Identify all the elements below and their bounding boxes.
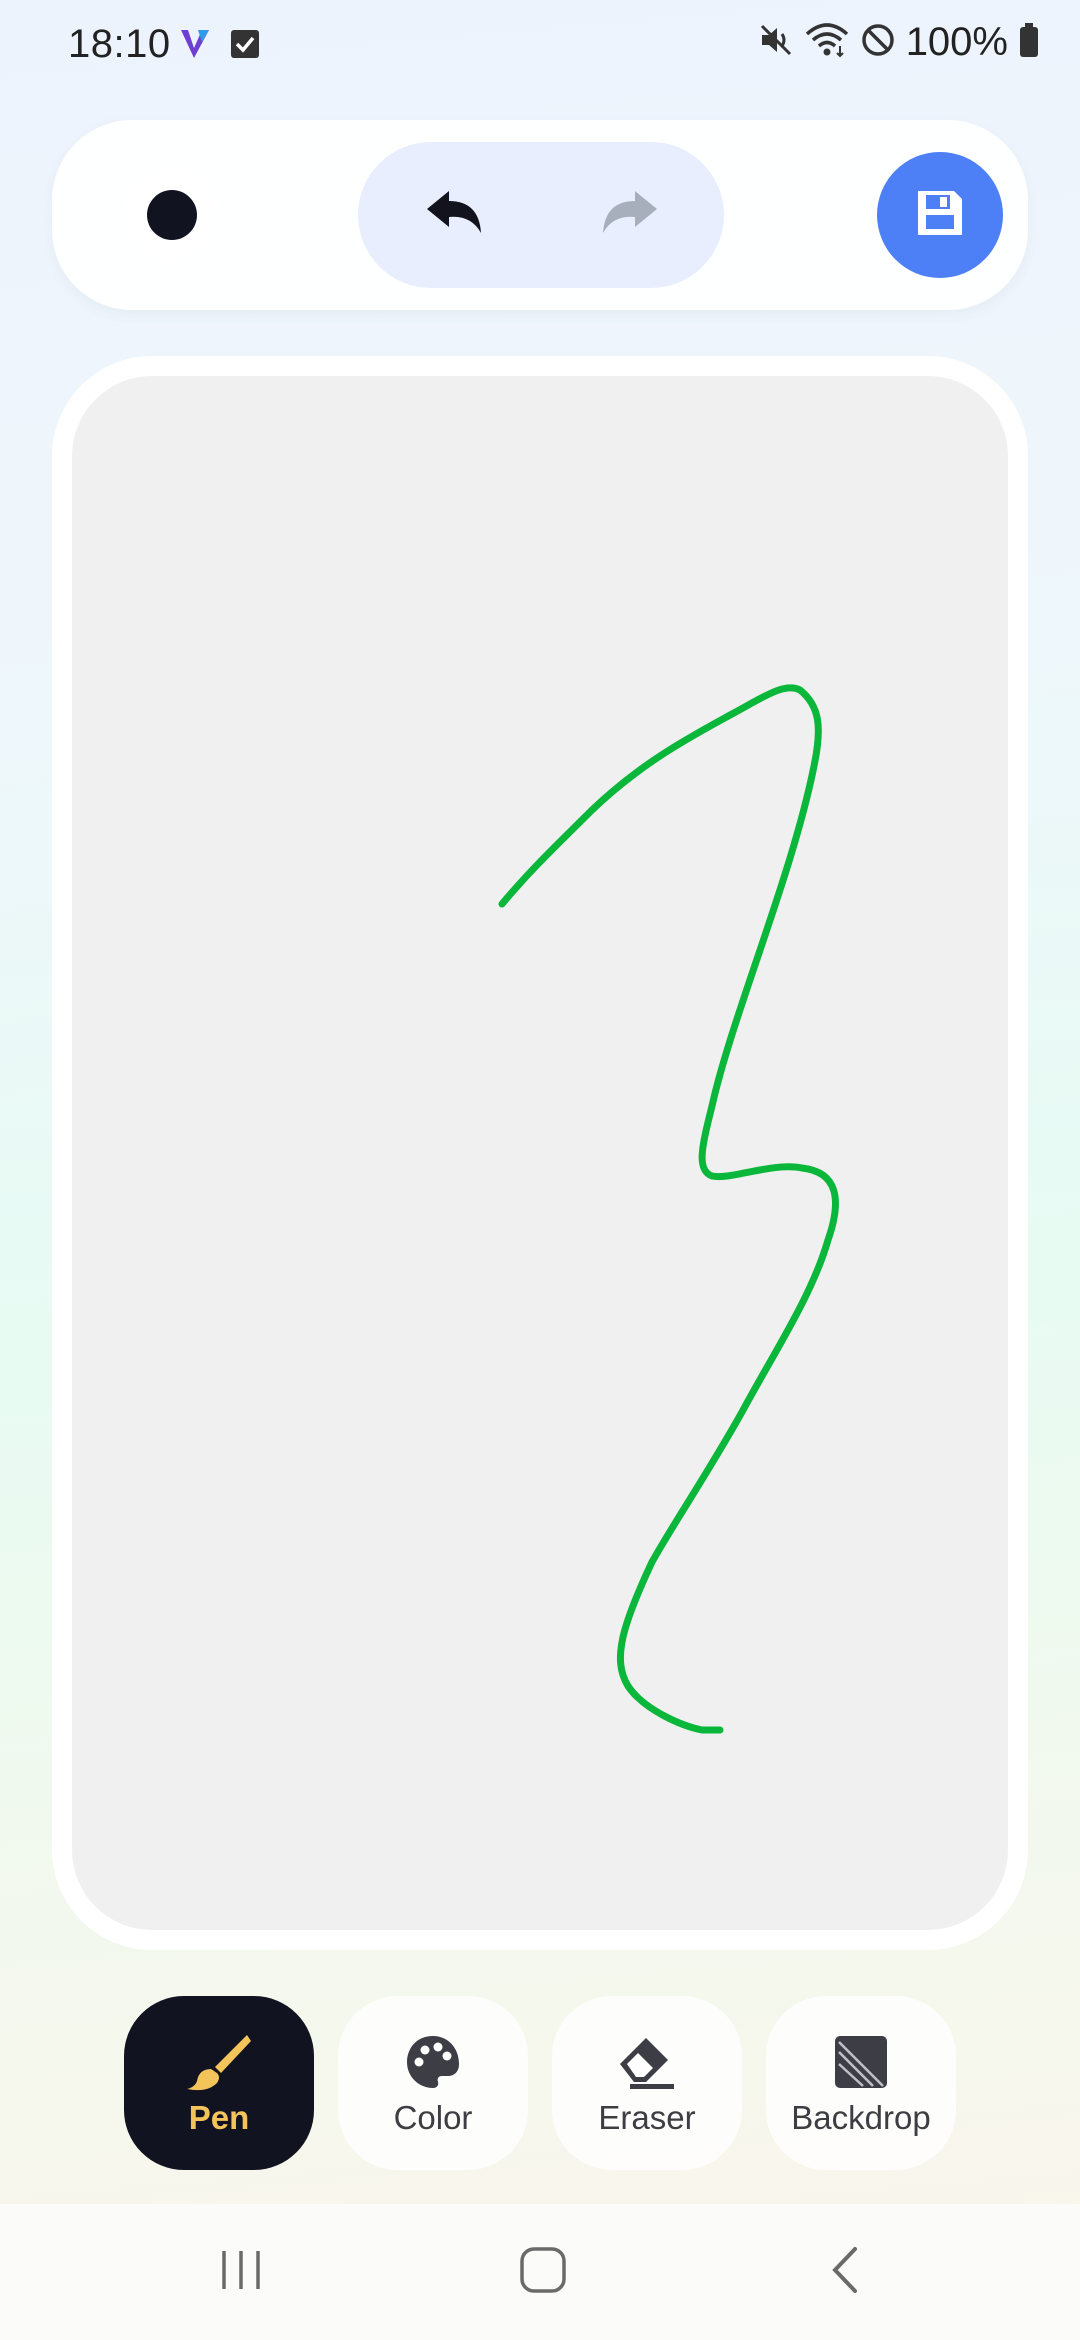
save-icon	[914, 187, 966, 244]
recent-apps-icon	[218, 2249, 264, 2296]
top-toolbar	[52, 120, 1028, 310]
tool-label: Backdrop	[791, 2099, 931, 2136]
tool-label: Pen	[188, 2099, 250, 2136]
history-group	[358, 142, 724, 288]
back-icon	[827, 2245, 863, 2300]
undo-icon	[423, 189, 487, 242]
eraser-icon	[616, 2029, 678, 2095]
backdrop-tool-button[interactable]: Backdrop	[766, 1996, 956, 2170]
home-icon	[519, 2246, 567, 2299]
drawing-stroke-layer	[498, 684, 839, 1734]
eraser-tool-button[interactable]: Eraser	[552, 1996, 742, 2170]
wifi-icon	[804, 22, 850, 63]
tool-bar: Pen Color Eraser Backdrop	[124, 1996, 956, 2170]
do-not-disturb-icon	[860, 22, 896, 63]
brush-preview[interactable]	[112, 155, 232, 275]
viber-icon	[178, 26, 212, 67]
status-bar: 18:10 100%	[0, 0, 1080, 86]
save-button[interactable]	[877, 152, 1003, 278]
battery-icon	[1018, 22, 1040, 63]
system-nav-bar	[0, 2204, 1080, 2340]
status-right: 100%	[758, 20, 1040, 65]
undo-button[interactable]	[410, 170, 500, 260]
back-button[interactable]	[800, 2232, 890, 2312]
battery-percent: 100%	[905, 20, 1008, 64]
brush-icon	[185, 2029, 253, 2095]
drawing-canvas[interactable]	[72, 376, 1008, 1930]
notification-icons	[178, 26, 260, 67]
checkbox-notification-icon	[230, 29, 260, 64]
pen-tool-button[interactable]: Pen	[124, 1996, 314, 2170]
palette-icon	[404, 2029, 462, 2095]
status-time: 18:10	[68, 22, 171, 66]
tool-label: Eraser	[598, 2099, 696, 2136]
backdrop-icon	[833, 2029, 889, 2095]
canvas-frame	[52, 356, 1028, 1950]
recent-apps-button[interactable]	[196, 2232, 286, 2312]
home-button[interactable]	[498, 2232, 588, 2312]
mute-icon	[758, 22, 794, 63]
redo-button[interactable]	[584, 170, 674, 260]
color-tool-button[interactable]: Color	[338, 1996, 528, 2170]
brush-color-dot	[147, 190, 197, 240]
redo-icon	[597, 189, 661, 242]
tool-label: Color	[393, 2099, 473, 2136]
drawn-stroke	[498, 684, 839, 1734]
